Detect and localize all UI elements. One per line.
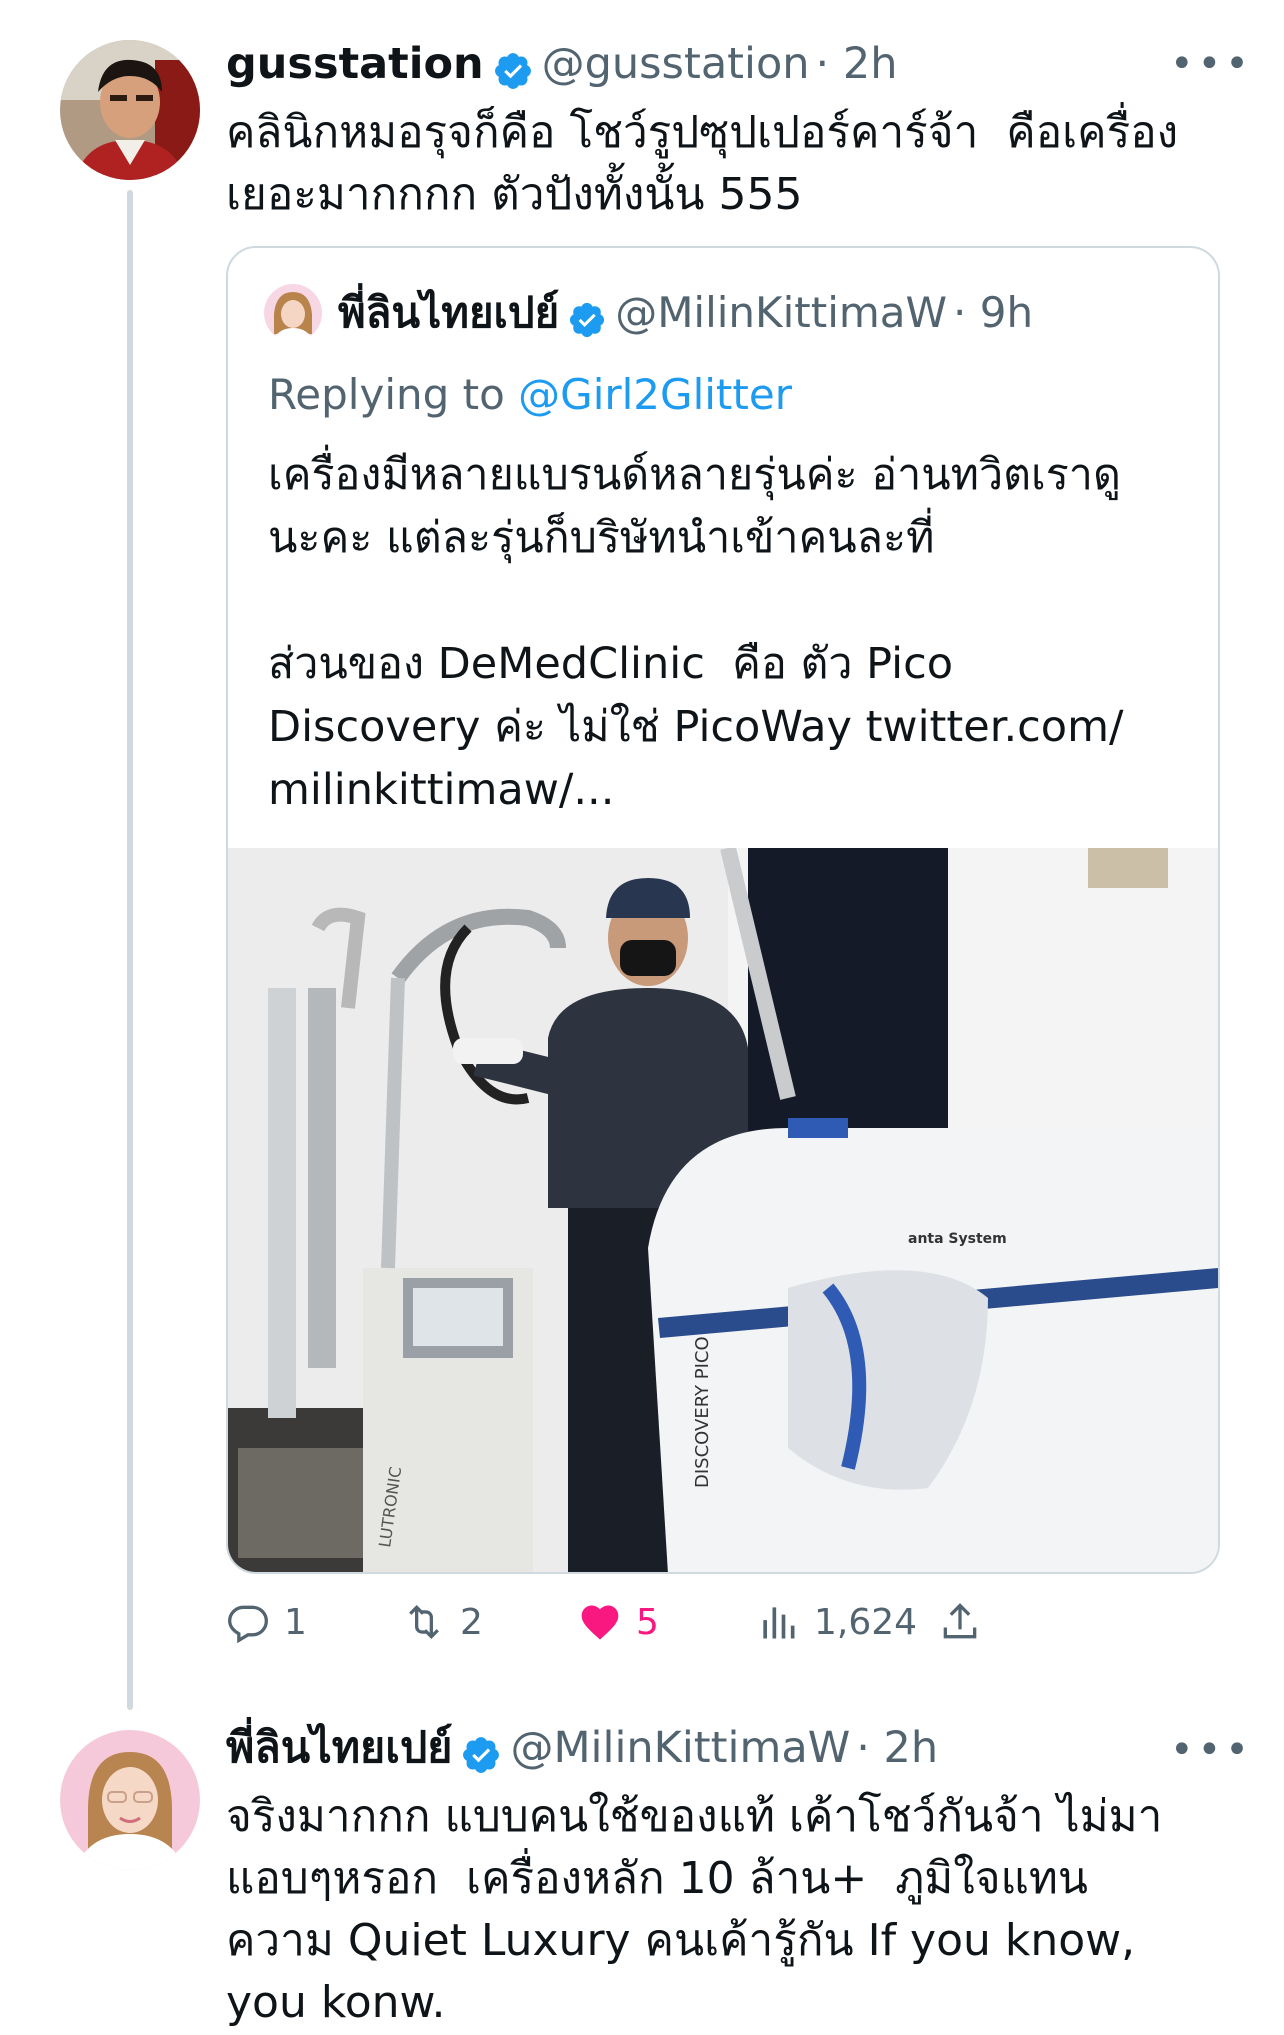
avatar-milinkittimaw[interactable]	[60, 1730, 200, 1870]
author-handle[interactable]: @MilinKittimaW	[510, 1723, 850, 1773]
tweet-header: พี่ลินไทยเปย์ @MilinKittimaW · 2h	[226, 1722, 1186, 1778]
reply-icon	[228, 1605, 268, 1644]
author-name[interactable]: พี่ลินไทยเปย์	[226, 1723, 452, 1773]
quoted-media-image[interactable]: DISCOVERY PICO anta System LUTRONIC	[228, 848, 1218, 1572]
views-icon	[763, 1607, 795, 1639]
media-brand-pico: DISCOVERY PICO	[692, 1336, 713, 1488]
retweet-icon	[409, 1604, 439, 1640]
thread-connector-line	[127, 190, 133, 1710]
reply-count: 1	[284, 1601, 307, 1643]
quoted-tweet-card[interactable]: พี่ลินไทยเปย์ @MilinKittimaW · 9h Replying…	[226, 246, 1220, 1574]
verified-badge-icon	[570, 302, 605, 337]
tweet-header: gusstation @gusstation · 2h	[226, 38, 1186, 94]
more-icon[interactable]: •••	[1170, 1730, 1253, 1770]
share-icon	[943, 1603, 977, 1639]
verified-badge-icon	[494, 52, 531, 89]
avatar-photo	[60, 40, 200, 180]
tweet-action-bar: 1 2 5 1,624	[226, 1592, 1226, 1652]
like-count: 5	[636, 1601, 659, 1643]
tweet-text: คลินิกหมอรุจก็คือ โชว์รูปซุปเปอร์คาร์จ้า…	[226, 107, 1179, 220]
quoted-author-name: พี่ลินไทยเปย์	[338, 288, 560, 337]
verified-badge-icon	[463, 1736, 500, 1773]
tweet-time[interactable]: · 2h	[856, 1723, 938, 1773]
quoted-tweet-time: · 9h	[953, 288, 1034, 337]
replying-to-link[interactable]: @Girl2Glitter	[518, 370, 792, 419]
retweet-button[interactable]: 2	[402, 1592, 483, 1652]
reply-button[interactable]: 1	[226, 1592, 307, 1652]
share-button[interactable]	[938, 1592, 996, 1652]
clinic-photo: DISCOVERY PICO anta System LUTRONIC	[228, 848, 1218, 1572]
quoted-header: พี่ลินไทยเปย์ @MilinKittimaW · 9h	[338, 288, 1198, 342]
quoted-author-handle: @MilinKittimaW	[615, 288, 948, 337]
replying-to-label: Replying to	[268, 370, 505, 419]
tweet-time[interactable]: · 2h	[816, 39, 898, 89]
like-button[interactable]: 5	[578, 1592, 659, 1652]
retweet-count: 2	[460, 1601, 483, 1643]
author-handle[interactable]: @gusstation	[542, 39, 810, 89]
tweet-text: จริงมากกก แบบคนใช้ของแท้ เค้าโชว์กันจ้า …	[226, 1791, 1163, 2028]
avatar-gusstation[interactable]	[60, 40, 200, 180]
views-button[interactable]: 1,624	[756, 1592, 917, 1652]
more-icon[interactable]: •••	[1170, 44, 1253, 84]
quoted-avatar	[264, 284, 322, 342]
media-brand-asystem: anta System	[908, 1231, 1007, 1247]
quoted-tweet-text: เครื่องมีหลายแบรนด์หลายรุ่นค่ะ อ่านทวิตเ…	[268, 450, 1124, 815]
author-name[interactable]: gusstation	[226, 39, 484, 89]
quoted-avatar-photo	[264, 284, 322, 342]
replying-to-line: Replying to @Girl2Glitter	[268, 370, 792, 420]
views-count: 1,624	[814, 1601, 918, 1643]
heart-icon	[581, 1605, 619, 1640]
avatar-photo	[60, 1730, 200, 1870]
